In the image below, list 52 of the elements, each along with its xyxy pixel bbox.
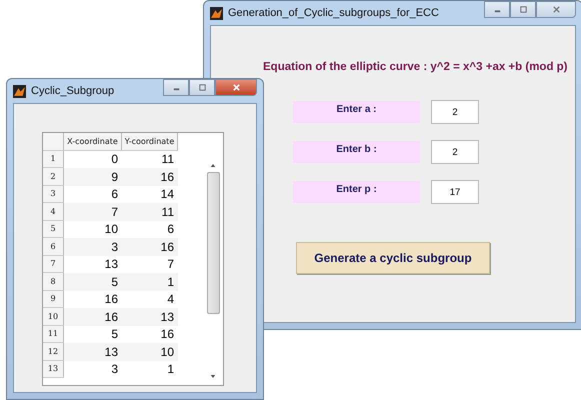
minimize-button[interactable] [484,1,510,18]
close-icon [552,5,560,14]
row-header: 4 [43,203,64,220]
input-field[interactable]: 2 [431,140,479,164]
table-cell: 16 [122,238,178,256]
row-header: 1 [43,150,64,168]
generate-button[interactable]: Generate a cyclic subgroup [296,242,490,274]
maximize-icon [518,5,528,14]
row-header: 13 [43,360,64,378]
column-header: Y-coordinate [122,133,178,150]
maximize-button[interactable] [189,79,215,96]
row-header: 12 [43,343,64,360]
maximize-icon [198,83,206,92]
table-cell: 11 [122,203,178,220]
table-cell: 3 [64,238,122,256]
table-cell: 10 [122,343,178,360]
row-header: 2 [43,168,64,186]
table-cell: 16 [64,308,122,326]
row-header: 10 [43,308,64,326]
close-button[interactable] [215,79,257,96]
row-header: 3 [43,186,64,203]
scrollbar[interactable] [206,163,220,379]
row-header: 9 [43,290,64,308]
parameter-label: Enter a : [293,101,420,123]
close-icon [232,83,240,92]
table-cell: 9 [64,168,122,186]
input-field[interactable]: 17 [431,180,479,204]
table-cell: 13 [122,308,178,326]
parameter-label: Enter b : [293,141,420,163]
scroll-up-icon [210,163,216,168]
row-header: 8 [43,273,64,290]
table-cell: 7 [64,203,122,220]
app-icon [210,6,223,20]
table-cell: 16 [122,168,178,186]
input-field[interactable]: 2 [431,100,479,124]
column-header: X-coordinate [64,133,122,150]
maximize-button[interactable] [510,1,536,18]
scroll-down-icon [210,374,216,379]
app-icon [13,84,26,98]
window-title: Cyclic_Subgroup [31,85,116,97]
row-header: 11 [43,326,64,343]
window-title: Generation_of_Cyclic_subgroups_for_ECC [228,7,440,19]
minimize-button[interactable] [163,79,189,96]
row-header: 6 [43,238,64,256]
table-cell: 5 [64,273,122,290]
table-cell: 13 [64,343,122,360]
row-header: 5 [43,220,64,238]
equation-label: Equation of the elliptic curve : y^2 = x^3 +ax +b (mod p) [263,61,568,73]
parameter-label: Enter p : [293,181,420,203]
row-header: 7 [43,256,64,273]
close-button[interactable] [536,1,576,18]
table-cell: 1 [122,273,178,290]
